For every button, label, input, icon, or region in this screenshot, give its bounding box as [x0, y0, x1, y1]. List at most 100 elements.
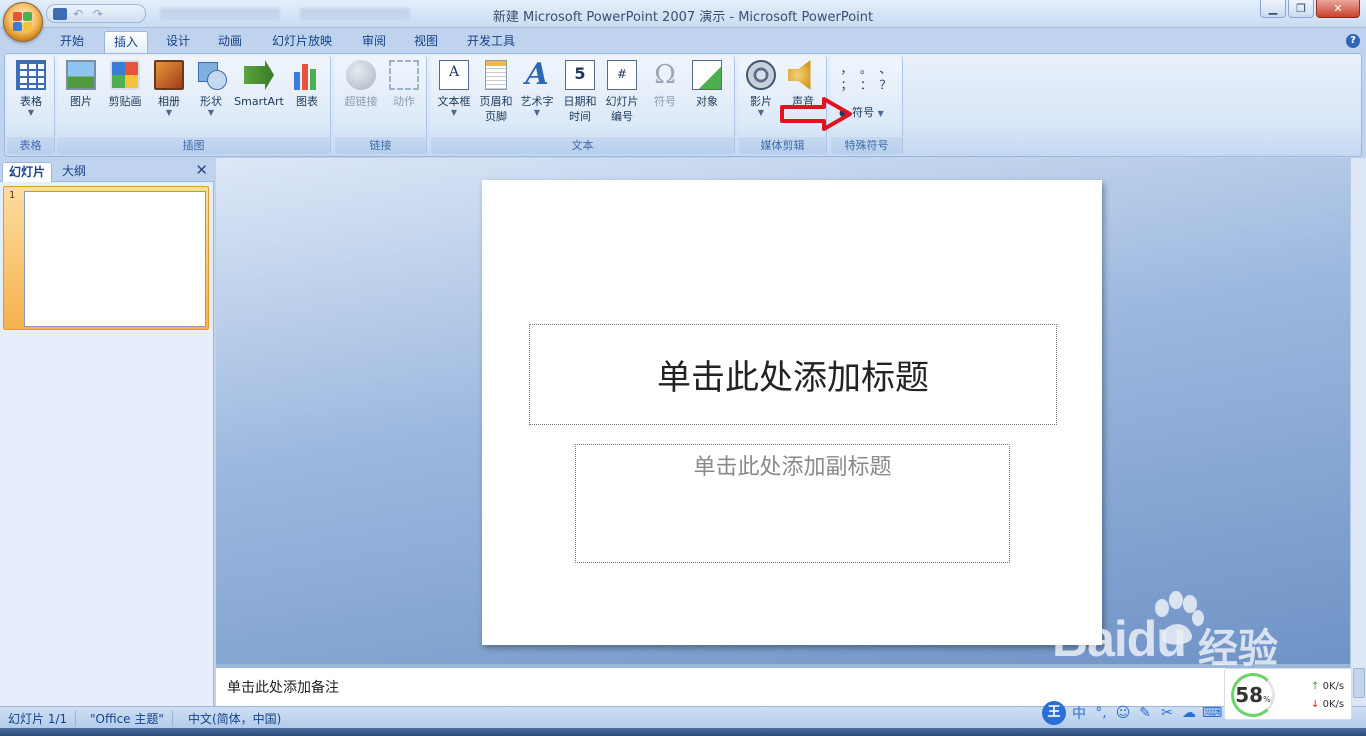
- photo-album-icon: [154, 60, 184, 90]
- dropdown-arrow-icon: ▼: [207, 108, 215, 117]
- minimize-button[interactable]: ▁: [1260, 0, 1286, 18]
- group-label: 媒体剪辑: [739, 137, 826, 154]
- group-text: A 文本框 ▼ 页眉和 页脚 A 艺术字 ▼ 5 日期和 时间 # 幻灯片 编号…: [431, 56, 735, 154]
- help-icon[interactable]: ?: [1346, 34, 1360, 48]
- slides-pane: 幻灯片 大纲 ✕ 1: [0, 158, 214, 706]
- tab-insert[interactable]: 插入: [104, 31, 148, 53]
- percent-value: 58: [1235, 683, 1264, 707]
- wordart-button[interactable]: A 艺术字 ▼: [517, 60, 557, 117]
- ribbon-tabs: 开始 插入 设计 动画 幻灯片放映 审阅 视图 开发工具 ?: [0, 28, 1366, 53]
- date-time-icon: 5: [565, 60, 595, 90]
- group-illustrations: 图片 剪贴画 相册 ▼ 形状 ▼ SmartArt 图表 插图: [57, 56, 331, 154]
- dropdown-arrow-icon: ▼: [757, 108, 765, 117]
- symbol-item[interactable]: ：: [856, 79, 875, 91]
- hyperlink-button[interactable]: 超链接: [339, 60, 383, 109]
- pane-tabs: 幻灯片 大纲 ✕: [0, 158, 214, 182]
- picture-icon: [66, 60, 96, 90]
- handwriting-icon[interactable]: ✎: [1136, 705, 1154, 721]
- red-arrow-annotation: [780, 97, 852, 131]
- chart-button-label: 图表: [296, 95, 318, 108]
- object-icon: [692, 60, 722, 90]
- group-label: 插图: [57, 137, 330, 154]
- windows-taskbar: [0, 728, 1366, 736]
- tab-slides[interactable]: 幻灯片: [2, 162, 53, 182]
- status-language[interactable]: 中文(简体，中国): [188, 710, 289, 727]
- symbol-item[interactable]: ；: [837, 79, 856, 91]
- status-theme[interactable]: "Office 主题": [90, 710, 173, 727]
- window-controls: ▁ ❐ ✕: [1260, 0, 1360, 18]
- tab-developer[interactable]: 开发工具: [458, 31, 524, 53]
- title-bar: ↶ ↷ 新建 Microsoft PowerPoint 2007 演示 - Mi…: [0, 0, 1366, 28]
- symbol-button[interactable]: Ω 符号: [645, 60, 685, 109]
- restore-button[interactable]: ❐: [1288, 0, 1314, 18]
- textbox-button[interactable]: A 文本框 ▼: [433, 60, 475, 117]
- close-icon[interactable]: ✕: [195, 162, 208, 178]
- dropdown-arrow-icon: ▼: [533, 108, 541, 117]
- object-button[interactable]: 对象: [687, 60, 727, 109]
- smartart-icon: [244, 60, 274, 90]
- tab-home[interactable]: 开始: [50, 31, 94, 53]
- download-rate-value: 0K/s: [1322, 699, 1345, 710]
- tab-outline[interactable]: 大纲: [56, 162, 92, 182]
- office-button[interactable]: [3, 2, 43, 42]
- ime-toolbar: 王 中 °, ☺ ✎ ✂ ☁ ⌨: [1042, 700, 1222, 726]
- slide-thumbnail[interactable]: [24, 191, 206, 327]
- scissors-icon[interactable]: ✂: [1158, 705, 1176, 721]
- symbol-item[interactable]: ，: [837, 63, 856, 75]
- slide-number-button-label-2: 编号: [611, 110, 633, 123]
- cloud-icon[interactable]: ☁: [1180, 705, 1198, 721]
- header-footer-button[interactable]: 页眉和 页脚: [475, 60, 517, 124]
- tab-review[interactable]: 审阅: [352, 31, 396, 53]
- picture-button-label: 图片: [70, 95, 92, 108]
- close-button[interactable]: ✕: [1316, 0, 1360, 18]
- slide-number: 1: [9, 190, 16, 201]
- movie-button[interactable]: 影片 ▼: [741, 60, 781, 117]
- header-footer-button-label: 页眉和: [479, 95, 513, 108]
- clipart-icon: [110, 60, 140, 90]
- tab-slide-show[interactable]: 幻灯片放映: [264, 31, 340, 53]
- header-footer-icon: [485, 60, 507, 90]
- vertical-scrollbar[interactable]: [1350, 158, 1366, 706]
- punctuation-icon[interactable]: °,: [1092, 705, 1110, 721]
- title-placeholder[interactable]: 单击此处添加标题: [529, 324, 1057, 425]
- table-button-label: 表格: [20, 95, 42, 108]
- photo-album-button[interactable]: 相册 ▼: [149, 60, 189, 117]
- symbol-item[interactable]: ？: [876, 79, 895, 91]
- slide-thumbnail-selected[interactable]: 1: [3, 186, 209, 330]
- subtitle-placeholder[interactable]: 单击此处添加副标题: [575, 444, 1010, 563]
- status-slide-info: 幻灯片 1/1: [8, 710, 77, 727]
- smartart-button[interactable]: SmartArt: [231, 60, 287, 109]
- tab-animations[interactable]: 动画: [208, 31, 252, 53]
- date-time-button-label: 日期和: [563, 95, 597, 108]
- action-button[interactable]: 动作: [385, 60, 423, 109]
- ime-mode[interactable]: 中: [1070, 703, 1088, 723]
- symbol-dropdown-label: 符号: [852, 106, 875, 119]
- keyboard-icon[interactable]: ⌨: [1202, 705, 1222, 721]
- table-button[interactable]: 表格 ▼: [11, 60, 51, 117]
- slide-canvas[interactable]: 单击此处添加标题 单击此处添加副标题: [482, 180, 1102, 645]
- tab-view[interactable]: 视图: [404, 31, 448, 53]
- tab-design[interactable]: 设计: [156, 31, 200, 53]
- slide-number-button[interactable]: # 幻灯片 编号: [601, 60, 643, 124]
- clipart-button-label: 剪贴画: [108, 95, 142, 108]
- movie-reel-icon: [746, 60, 776, 90]
- scrollbar-thumb[interactable]: [1353, 668, 1365, 698]
- symbol-item[interactable]: 、: [876, 63, 895, 75]
- slide-number-button-label: 幻灯片: [605, 95, 639, 108]
- symbol-item[interactable]: 。: [856, 63, 875, 75]
- chart-button[interactable]: 图表: [287, 60, 327, 109]
- network-monitor-widget[interactable]: 58% ↑ 0K/s ↓ 0K/s: [1224, 668, 1352, 720]
- dropdown-arrow-icon: ▼: [27, 108, 35, 117]
- slide-number-icon: #: [607, 60, 637, 90]
- date-time-button[interactable]: 5 日期和 时间: [559, 60, 601, 124]
- speaker-icon: [788, 60, 811, 90]
- ribbon: 表格 ▼ 表格 图片 剪贴画 相册 ▼ 形状 ▼ SmartArt 图表 插图 …: [4, 53, 1362, 157]
- action-icon: [389, 60, 419, 90]
- group-label: 特殊符号: [831, 137, 902, 154]
- ime-logo[interactable]: 王: [1042, 701, 1066, 725]
- shapes-button[interactable]: 形状 ▼: [191, 60, 231, 117]
- clipart-button[interactable]: 剪贴画: [103, 60, 147, 109]
- date-time-button-label-2: 时间: [569, 110, 591, 123]
- emoji-icon[interactable]: ☺: [1114, 705, 1132, 721]
- picture-button[interactable]: 图片: [61, 60, 101, 109]
